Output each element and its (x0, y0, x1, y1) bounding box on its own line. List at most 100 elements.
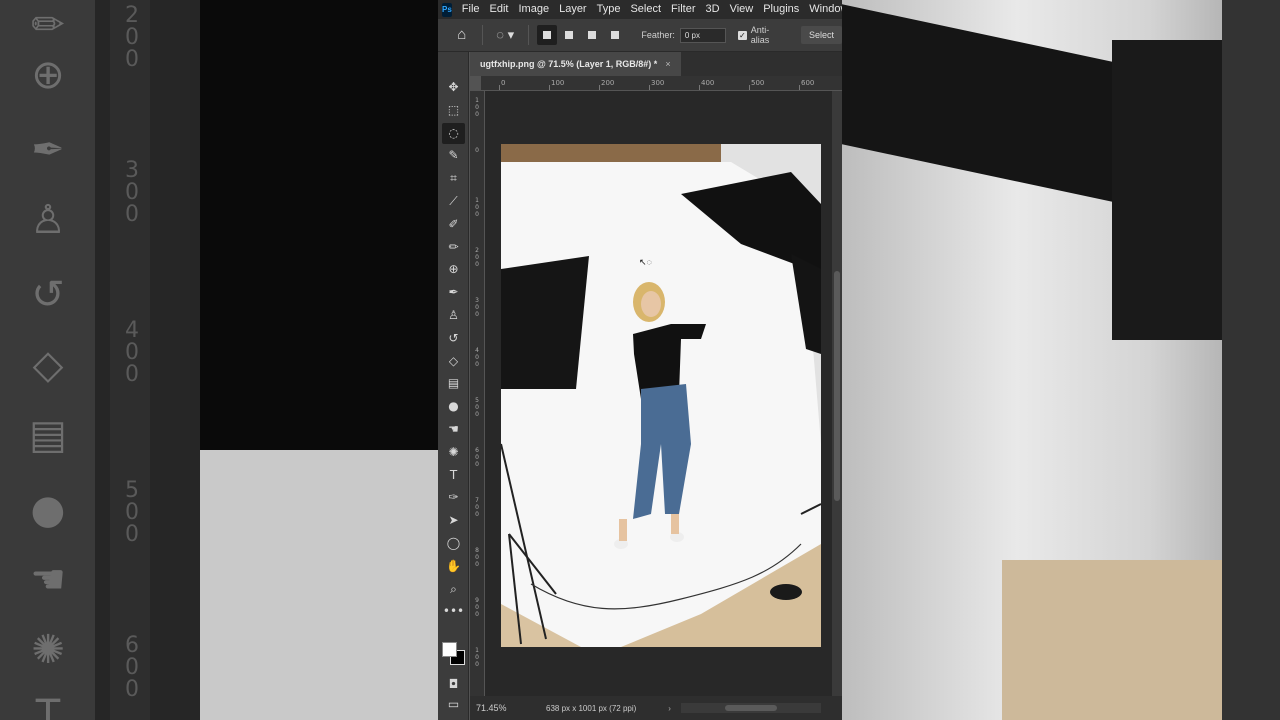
backdrop-ruler: 200 300 400 500 600 (110, 0, 150, 720)
ruler-v-label: 800 (475, 547, 479, 568)
brush-tool-icon[interactable]: ✐ (442, 214, 465, 235)
marquee-tool-icon[interactable]: ⬚ (442, 100, 465, 121)
path-select-tool-icon[interactable]: ➤ (442, 510, 465, 531)
photoshop-logo-icon[interactable]: Ps (442, 2, 452, 17)
clone-stamp-tool-icon[interactable]: ♙ (442, 305, 465, 326)
backdrop-healing-icon: ⊕ (31, 52, 65, 98)
options-bar: ⌂ ◌ ▾ Feather: ✓ Anti-alias Select (438, 19, 842, 52)
photo-canvas[interactable] (501, 144, 821, 647)
menu-plugins[interactable]: Plugins (763, 0, 799, 19)
document-tab-title: ugtfxhip.png @ 71.5% (Layer 1, RGB/8#) * (480, 59, 658, 69)
zoom-tool-icon[interactable]: ⌕ (442, 579, 465, 600)
ruler-h-label: 0 (501, 79, 506, 87)
quick-select-tool-icon[interactable]: ✎ (442, 145, 465, 166)
gradient-tool-icon[interactable]: ▤ (442, 373, 465, 394)
backdrop-smudge-icon: ☚ (30, 557, 66, 603)
close-tab-icon[interactable]: × (665, 59, 670, 69)
lasso-tool-icon[interactable]: ◌ (442, 122, 465, 144)
ruler-v-label: 200 (475, 247, 479, 268)
menu-type[interactable]: Type (597, 0, 621, 19)
eyedropper-tool-icon[interactable]: ⟋ (442, 191, 465, 212)
vertical-scrollbar[interactable] (832, 91, 842, 696)
blur-tool-icon[interactable]: ● (442, 396, 465, 417)
menu-filter[interactable]: Filter (671, 0, 695, 19)
options-separator (527, 25, 529, 45)
ruler-v-label: 400 (475, 347, 479, 368)
menu-layer[interactable]: Layer (559, 0, 587, 19)
ruler-h-label: 500 (751, 79, 765, 87)
ruler-v-label: 0 (475, 147, 479, 154)
color-swatches[interactable] (441, 641, 467, 667)
ruler-v-label: 100 (475, 97, 479, 118)
backdrop-eraser-icon: ◇ (32, 342, 64, 388)
antialias-checkbox[interactable]: ✓ (737, 30, 747, 40)
menu-bar: Ps File Edit Image Layer Type Select Fil… (438, 0, 842, 19)
intersect-selection-icon[interactable] (605, 25, 625, 45)
type-tool-icon[interactable]: T (442, 465, 465, 486)
new-selection-icon[interactable] (536, 25, 557, 45)
pen-tool-icon[interactable]: ✑ (442, 487, 465, 508)
crop-tool-icon[interactable]: ⌗ (442, 168, 465, 189)
status-bar: 71.45% 638 px x 1001 px (72 ppi) › (470, 696, 842, 720)
status-menu-arrow-icon[interactable]: › (668, 704, 671, 713)
select-and-mask-button[interactable]: Select (801, 26, 842, 44)
document-tab[interactable]: ugtfxhip.png @ 71.5% (Layer 1, RGB/8#) *… (470, 52, 681, 76)
ellipse-tool-icon[interactable]: ◯ (442, 533, 465, 554)
screenshot-root: ✏ ⊕ ✒ ♙ ↺ ◇ ▤ ● ☚ ✺ T 200 300 400 500 60… (0, 0, 1280, 720)
horizontal-ruler[interactable]: 0 100 200 300 400 500 600 (481, 76, 842, 91)
vertical-ruler[interactable]: 100 0 100 200 300 400 500 600 700 800 900 100 (470, 91, 485, 696)
ruler-v-label: 100 (475, 197, 479, 218)
horizontal-scrollbar[interactable] (680, 703, 821, 713)
ruler-h-tick (649, 85, 650, 90)
ruler-h-label: 300 (651, 79, 665, 87)
ruler-h-tick (699, 85, 700, 90)
eraser-tool-icon[interactable]: ◇ (442, 351, 465, 372)
feather-label: Feather: (641, 30, 675, 40)
brush-alt-tool-icon[interactable]: ✒ (442, 282, 465, 303)
zoom-level[interactable]: 71.45% (476, 703, 536, 713)
menu-view[interactable]: View (730, 0, 754, 19)
backdrop-gradient-icon: ▤ (29, 412, 67, 458)
ruler-h-tick (799, 85, 800, 90)
home-icon[interactable]: ⌂ (450, 23, 474, 47)
vertical-scroll-thumb[interactable] (834, 271, 840, 501)
subtract-selection-icon[interactable] (582, 25, 602, 45)
menu-3d[interactable]: 3D (706, 0, 720, 19)
smudge-tool-icon[interactable]: ☚ (442, 419, 465, 440)
backdrop-type-icon: T (35, 692, 61, 720)
menu-image[interactable]: Image (519, 0, 550, 19)
backdrop-pencil-icon: ✏ (31, 2, 65, 48)
menu-edit[interactable]: Edit (490, 0, 509, 19)
screen-mode-icon[interactable]: ▭ (442, 694, 465, 715)
lasso-cursor-icon: ↖◌ (639, 257, 652, 267)
menu-select[interactable]: Select (630, 0, 661, 19)
backdrop-stamp-icon: ♙ (30, 197, 66, 243)
sponge-tool-icon[interactable]: ✺ (442, 442, 465, 463)
hand-tool-icon[interactable]: ✋ (442, 556, 465, 577)
move-tool-icon[interactable]: ✥ (442, 77, 465, 98)
document-tab-bar: ugtfxhip.png @ 71.5% (Layer 1, RGB/8#) *… (470, 52, 842, 76)
pencil-tool-icon[interactable]: ✏ (442, 237, 465, 258)
ruler-v-label: 100 (475, 647, 479, 668)
menu-file[interactable]: File (462, 0, 480, 19)
backdrop-blur-icon: ● (30, 487, 66, 533)
feather-input[interactable] (679, 27, 726, 43)
ruler-h-label: 100 (551, 79, 565, 87)
lasso-preset-icon[interactable]: ◌ ▾ (491, 25, 520, 45)
horizontal-scroll-thumb[interactable] (724, 705, 777, 711)
photoshop-window: Ps File Edit Image Layer Type Select Fil… (438, 0, 842, 720)
foreground-color-swatch[interactable] (442, 642, 457, 657)
history-brush-tool-icon[interactable]: ↺ (442, 328, 465, 349)
ruler-v-label: 500 (475, 397, 479, 418)
options-separator (481, 25, 483, 45)
ruler-h-tick (599, 85, 600, 90)
ruler-h-label: 200 (601, 79, 615, 87)
add-to-selection-icon[interactable] (560, 25, 580, 45)
ruler-h-label: 400 (701, 79, 715, 87)
menu-window[interactable]: Window (809, 0, 842, 19)
more-tools-icon[interactable]: ••• (442, 601, 465, 622)
quick-mask-icon[interactable]: ◘ (442, 674, 465, 695)
backdrop-sponge-icon: ✺ (31, 627, 65, 673)
backdrop-history-brush-icon: ↺ (31, 272, 65, 318)
healing-brush-tool-icon[interactable]: ⊕ (442, 259, 465, 280)
